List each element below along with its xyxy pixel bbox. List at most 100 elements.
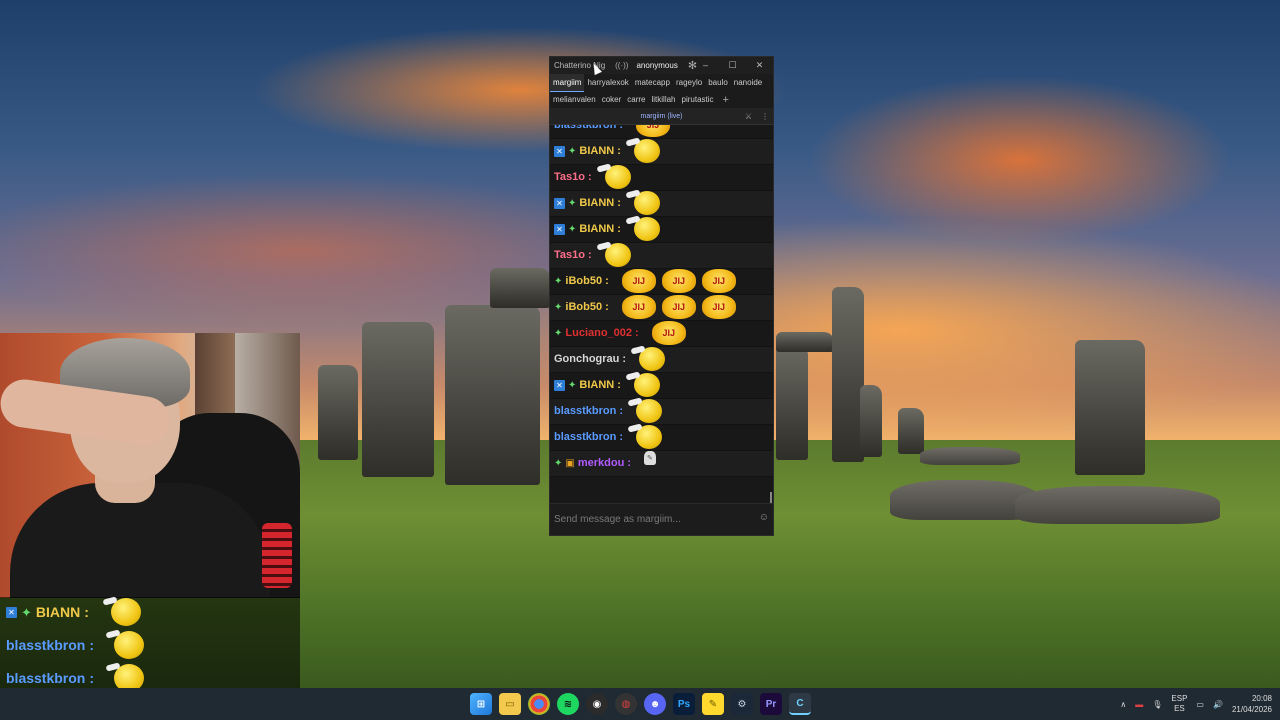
title-bar[interactable]: Chatterino Nig ((·)) anonymous ✻ – ☐ ✕ xyxy=(550,57,773,74)
tab-coker[interactable]: coker xyxy=(599,91,625,108)
tab-matecapp[interactable]: matecapp xyxy=(632,74,673,91)
spotify-icon[interactable]: ≋ xyxy=(557,693,579,715)
add-tab-button[interactable]: + xyxy=(717,94,735,106)
emote-icon[interactable] xyxy=(639,347,666,371)
emote-icon[interactable]: JIJ xyxy=(651,321,686,345)
more-options-icon[interactable]: ⋮ xyxy=(761,108,769,125)
file-explorer-icon[interactable]: ▭ xyxy=(499,693,521,715)
photoshop-icon[interactable]: Ps xyxy=(673,693,695,715)
chat-username[interactable]: iBob50 xyxy=(565,295,602,320)
chat-message[interactable]: ✕ ✦ BIANN: xyxy=(550,217,773,243)
emote-icon[interactable]: JIJ xyxy=(621,269,656,293)
discord-icon[interactable]: ☻ xyxy=(644,693,666,715)
chat-message[interactable]: ✕ ✦ BIANN: xyxy=(550,191,773,217)
chat-message[interactable]: ✦ iBob50: JIJ JIJ JIJ xyxy=(550,269,773,295)
chat-message[interactable]: Tas1o: xyxy=(550,165,773,191)
obs-icon[interactable]: ◉ xyxy=(586,693,608,715)
chat-username[interactable]: BIANN xyxy=(579,373,614,398)
webcam-overlay xyxy=(0,333,300,598)
emote-icon[interactable]: JIJ xyxy=(636,125,671,137)
chat-message[interactable]: ✦ iBob50: JIJ JIJ JIJ xyxy=(550,295,773,321)
chat-message[interactable]: Tas1o: xyxy=(550,243,773,269)
tab-harryalexok[interactable]: harryalexok xyxy=(584,74,631,91)
microphone-icon[interactable]: 🎙 xyxy=(1152,700,1162,709)
emote-icon[interactable] xyxy=(604,165,631,189)
chat-message[interactable]: ✦ Luciano_002: JIJ xyxy=(550,321,773,347)
overlay-username: BIANN xyxy=(35,604,81,620)
emote-icon[interactable] xyxy=(633,191,660,215)
clock[interactable]: 20:08 21/04/2026 xyxy=(1232,693,1272,715)
chatterino-icon[interactable]: C xyxy=(789,693,811,715)
chat-username[interactable]: blasstkbron xyxy=(554,399,616,424)
emote-icon[interactable] xyxy=(633,217,660,241)
standing-stone xyxy=(318,365,358,460)
chat-username[interactable]: BIANN xyxy=(579,191,614,216)
moderation-icon[interactable]: ⚔ xyxy=(745,108,752,125)
chat-message[interactable]: blasstkbron: xyxy=(550,399,773,425)
chat-username[interactable]: BIANN xyxy=(579,217,614,242)
emote-icon[interactable]: JIJ xyxy=(661,269,696,293)
chrome-icon[interactable] xyxy=(528,693,550,715)
tab-baulo[interactable]: baulo xyxy=(705,74,731,91)
emoji-picker-icon[interactable]: ☺ xyxy=(759,512,769,523)
sticky-notes-icon[interactable]: ✎ xyxy=(702,693,724,715)
red-app-icon[interactable]: ◍ xyxy=(615,693,637,715)
emote-icon[interactable]: JIJ xyxy=(661,295,696,319)
emote-icon[interactable] xyxy=(633,139,660,163)
tab-pirutastic[interactable]: pirutastic xyxy=(679,91,717,108)
tab-litkillah[interactable]: litkillah xyxy=(649,91,679,108)
streamer-mode-icon[interactable]: ((·)) xyxy=(615,61,628,70)
overlay-username: blasstkbron xyxy=(6,670,86,686)
chat-username[interactable]: merkdou xyxy=(578,451,624,476)
vip-badge-icon: ✦ xyxy=(21,604,32,620)
premiere-icon[interactable]: Pr xyxy=(760,693,782,715)
chat-username[interactable]: blasstkbron xyxy=(554,425,616,450)
chat-message[interactable]: ✕ ✦ BIANN: xyxy=(550,373,773,399)
chat-message[interactable]: ✦ ▣ merkdou: ✎ xyxy=(550,451,773,477)
flag-icon[interactable]: ▬ xyxy=(1135,700,1143,709)
emote-icon[interactable]: JIJ xyxy=(701,269,736,293)
message-body xyxy=(633,217,660,241)
taskbar: ⊞ ▭ ≋ ◉ ◍ ☻ Ps ✎ ⚙ Pr C ∧ ▬ 🎙 ESP ES ▭ 🔊… xyxy=(0,688,1280,720)
tab-nanoide[interactable]: nanoide xyxy=(731,74,765,91)
chat-username[interactable]: Luciano_002 xyxy=(565,321,632,346)
chat-message[interactable]: Gonchograu: xyxy=(550,347,773,373)
emote-icon[interactable] xyxy=(633,373,660,397)
tab-carre[interactable]: carre xyxy=(624,91,648,108)
emote-icon[interactable]: ✎ xyxy=(643,451,656,465)
message-input[interactable] xyxy=(550,504,750,534)
chat-message[interactable]: blasstkbron: JIJ xyxy=(550,125,773,139)
emote-icon[interactable]: JIJ xyxy=(621,295,656,319)
message-list[interactable]: blasstkbron: JIJ ✕ ✦ BIANN: Tas1o: ✕ ✦ BIANN: ✕ ✦ B… xyxy=(550,125,773,502)
chat-message[interactable]: ✕ ✦ BIANN: xyxy=(550,139,773,165)
steam-icon[interactable]: ⚙ xyxy=(731,693,753,715)
emote-icon[interactable] xyxy=(636,399,663,423)
standing-stone xyxy=(445,305,540,485)
system-tray: ∧ ▬ 🎙 ESP ES ▭ 🔊 20:08 21/04/2026 xyxy=(1120,688,1272,720)
chat-username[interactable]: blasstkbron xyxy=(554,125,616,138)
chat-username[interactable]: Tas1o xyxy=(554,243,585,268)
maximize-button[interactable]: ☐ xyxy=(719,57,746,74)
tab-rageylo[interactable]: rageylo xyxy=(673,74,705,91)
chat-username[interactable]: BIANN xyxy=(579,139,614,164)
language-indicator[interactable]: ESP ES xyxy=(1171,694,1187,714)
chat-username[interactable]: Tas1o xyxy=(554,165,585,190)
minimize-button[interactable]: – xyxy=(692,57,719,74)
emote-icon[interactable]: JIJ xyxy=(701,295,736,319)
chevron-up-icon[interactable]: ∧ xyxy=(1120,700,1126,709)
close-button[interactable]: ✕ xyxy=(746,57,773,74)
tab-melianvalen[interactable]: melianvalen xyxy=(550,91,599,108)
network-icon[interactable]: ▭ xyxy=(1196,700,1204,709)
message-body xyxy=(633,373,660,397)
emote-icon[interactable] xyxy=(636,425,663,449)
tab-margiim[interactable]: margiim xyxy=(550,73,585,92)
chatterino-window[interactable]: Chatterino Nig ((·)) anonymous ✻ – ☐ ✕ m… xyxy=(549,56,774,536)
windows-start-icon[interactable]: ⊞ xyxy=(470,693,492,715)
emote-icon[interactable] xyxy=(604,243,631,267)
chat-username[interactable]: iBob50 xyxy=(565,269,602,294)
chat-message[interactable]: blasstkbron: xyxy=(550,425,773,451)
volume-icon[interactable]: 🔊 xyxy=(1213,700,1223,709)
account-switcher[interactable]: anonymous xyxy=(636,61,677,70)
split-header[interactable]: margiim (live) ⚔ ⋮ xyxy=(550,108,773,125)
chat-username[interactable]: Gonchograu xyxy=(554,347,619,372)
